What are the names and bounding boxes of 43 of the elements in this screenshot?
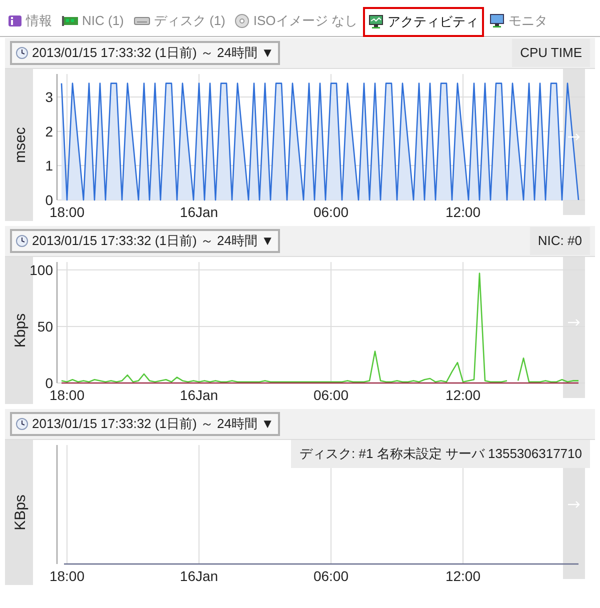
clock-icon (16, 418, 28, 430)
chart-label: NIC: #0 (530, 227, 590, 255)
clock-icon (16, 235, 28, 247)
x-tick-label: 06:00 (313, 387, 349, 403)
info-icon (8, 15, 22, 27)
x-tick-label: 16Jan (180, 387, 218, 403)
x-tick-label: 06:00 (313, 204, 349, 220)
x-tick-label: 12:00 (445, 568, 481, 584)
x-tick-label: 16Jan (180, 204, 218, 220)
y-tick-label: 1 (45, 158, 53, 174)
y-tick-label: 2 (45, 123, 53, 140)
y-tick-label: 50 (37, 318, 53, 334)
chart-label: CPU TIME (512, 39, 590, 67)
monitor-icon (369, 15, 384, 29)
y-tick-label: 100 (30, 262, 53, 278)
tab[interactable]: ISOイメージ なし (231, 6, 362, 36)
x-tick-label: 16Jan (180, 568, 218, 584)
cd-icon (235, 14, 250, 28)
time-range-dropdown[interactable]: 2013/01/15 17:33:32 (1日前) ～ 24時間 ▼ (10, 229, 280, 253)
x-tick-label: 12:00 (445, 204, 481, 220)
arrow-icon (568, 501, 580, 508)
clock-icon (16, 47, 28, 59)
series-tooltip: ディスク: #1 名称未設定 サーバ 1355306317710 (291, 440, 590, 468)
y-axis-title: Kbps (12, 313, 29, 348)
arrow-icon (568, 134, 580, 140)
disk-drive-icon (134, 15, 150, 27)
y-tick-label: 3 (45, 89, 53, 105)
x-tick-label: 06:00 (313, 568, 349, 584)
x-tick-label: 18:00 (49, 568, 85, 584)
scroll-handle[interactable] (563, 257, 585, 398)
time-range-dropdown[interactable]: 2013/01/15 17:33:32 (1日前) ～ 24時間 ▼ (10, 41, 280, 65)
arrow-icon (568, 319, 580, 326)
monitor-icon (490, 14, 504, 28)
y-axis-title: KBps (12, 494, 29, 530)
tab[interactable]: 情報 (4, 6, 56, 36)
tab[interactable]: モニタ (486, 6, 552, 36)
tab[interactable]: アクティビティ (363, 7, 484, 37)
tab[interactable]: NIC (1) (58, 6, 128, 36)
tab[interactable]: ディスク (1) (130, 6, 230, 36)
x-tick-label: 12:00 (445, 387, 481, 403)
time-range-dropdown[interactable]: 2013/01/15 17:33:32 (1日前) ～ 24時間 ▼ (10, 412, 280, 436)
y-axis-title: msec (12, 127, 29, 163)
network-card-icon (62, 15, 78, 27)
